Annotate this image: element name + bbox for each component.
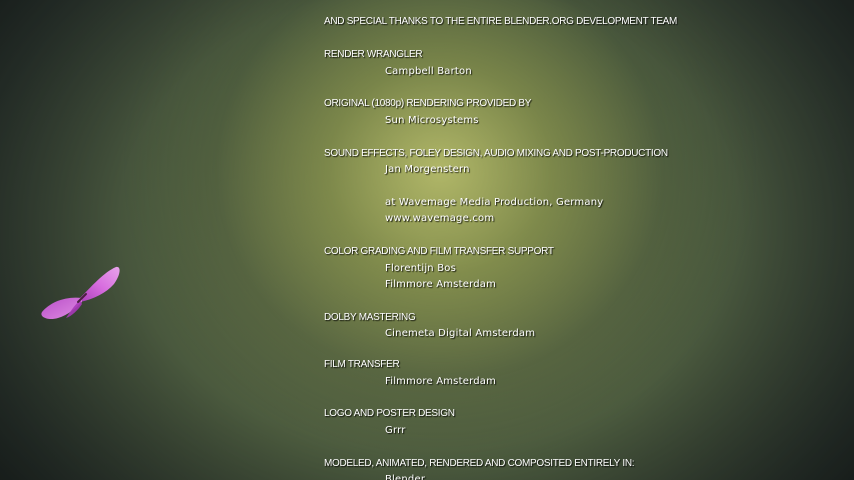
credit-name: Sun Microsystems	[385, 115, 479, 126]
credit-name: Grrr	[385, 425, 406, 436]
credit-heading: COLOR GRADING AND FILM TRANSFER SUPPORT	[324, 246, 554, 257]
credit-heading: FILM TRANSFER	[324, 359, 400, 370]
credit-name: Cinemeta Digital Amsterdam	[385, 328, 536, 339]
credit-heading: RENDER WRANGLER	[324, 49, 423, 60]
credit-name: Filmmore Amsterdam	[385, 376, 497, 387]
credit-heading: DOLBY MASTERING	[324, 312, 416, 323]
credit-heading: SOUND EFFECTS, FOLEY DESIGN, AUDIO MIXIN…	[324, 148, 668, 159]
credit-name: at Wavemage Media Production, Germany	[385, 197, 604, 208]
credit-name: www.wavemage.com	[385, 213, 495, 224]
credit-heading: LOGO AND POSTER DESIGN	[324, 408, 455, 419]
credit-name: Jan Morgenstern	[385, 164, 470, 175]
credit-heading: AND SPECIAL THANKS TO THE ENTIRE BLENDER…	[324, 16, 678, 27]
credit-name: Filmmore Amsterdam	[385, 279, 497, 290]
credit-name: Campbell Barton	[385, 66, 472, 77]
credit-name: Florentijn Bos	[385, 263, 457, 274]
credit-name: Blender	[385, 474, 426, 480]
credits-text: AND SPECIAL THANKS TO THE ENTIRE BLENDER…	[0, 0, 854, 480]
credit-heading: ORIGINAL (1080p) RENDERING PROVIDED BY	[324, 98, 532, 109]
credit-heading: MODELED, ANIMATED, RENDERED AND COMPOSIT…	[324, 458, 635, 469]
